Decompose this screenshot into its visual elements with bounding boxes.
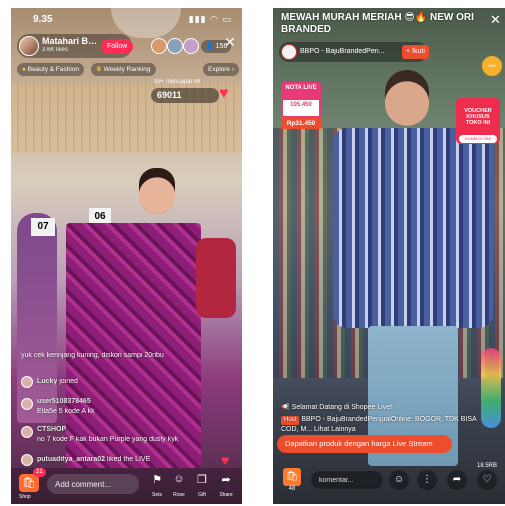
host-message-text[interactable]: BBPO - BajuBrandedPenjualOnline: BOGOR, … — [281, 416, 476, 433]
share-icon[interactable]: ➦ — [447, 470, 467, 490]
sleeve-shape — [196, 238, 236, 318]
viewer-avatar[interactable] — [183, 38, 199, 54]
viewer-avatar[interactable] — [167, 38, 183, 54]
host-avatar[interactable] — [281, 44, 297, 60]
welcome-text: Selamat Datang di Shopee Live! — [291, 404, 393, 411]
chat-avatar[interactable] — [21, 454, 33, 466]
share-icon[interactable]: ➦ — [218, 473, 234, 486]
side-stickers-shape — [481, 348, 501, 428]
sign-07-shape: 07 — [31, 218, 55, 236]
shop-label: Shop — [19, 494, 31, 500]
chat-message: no 7 kode F kak bukan Purple yang dusty … — [37, 436, 227, 443]
live-price-banner[interactable]: Dapatkan produk dengan harga Live Stream — [277, 435, 452, 453]
chat-message: putuaditya_antara02 liked the LIVE — [37, 456, 217, 463]
heart-icon[interactable]: ♥ — [221, 452, 229, 468]
chip-label: Explore — [208, 66, 231, 73]
left-live-stream: 07 06 9.35 ▮▮▮ ◠ ▭ Matahari Bali... 3.6K… — [11, 8, 242, 504]
nota-live-price[interactable]: Rp31.450 — [281, 118, 321, 129]
presenter-head-shape — [385, 70, 429, 126]
chip-label: Weekly Ranking — [103, 66, 151, 73]
nota-live-title: NOTA LIVE — [283, 84, 319, 100]
gift-icon[interactable]: ❒ — [194, 473, 210, 486]
chat-user-line: user5108378465 — [37, 398, 217, 405]
rank-message: 99+ mencapai 99 — [154, 79, 201, 85]
speaker-icon: 📢 — [281, 404, 292, 411]
host-avatar[interactable] — [19, 36, 39, 56]
chat-avatar[interactable] — [21, 398, 33, 410]
chip-explore[interactable]: Explore › — [203, 63, 240, 76]
like-count: 18.5RB — [477, 463, 498, 469]
more-options-icon[interactable]: ⋮ — [417, 470, 437, 490]
host-name: BBPO - BajuBrandedPen... — [300, 48, 385, 55]
chat-text: Etla5e 5 kode A kk — [37, 408, 95, 415]
trophy-icon: ♛ — [96, 66, 104, 73]
comment-input[interactable] — [47, 474, 139, 494]
chat-avatar[interactable] — [21, 376, 33, 388]
chat-text: joined — [59, 378, 78, 385]
person-icon: 👤 — [205, 43, 216, 50]
emoji-icon[interactable]: ☺ — [389, 470, 409, 490]
voucher-claim-button[interactable]: KLAIM DI SINI — [459, 135, 497, 143]
status-time: 9.35 — [33, 14, 53, 25]
chat-user[interactable]: putuaditya_antara02 — [37, 456, 105, 463]
comment-input[interactable] — [311, 471, 383, 489]
chip-beauty-fashion[interactable]: ● Beauty & Fashion — [17, 63, 85, 76]
stream-title: MEWAH MURAH MERIAH 😎🔥 NEW ORI BRANDED — [281, 12, 474, 35]
mannequin-left-shape — [17, 213, 57, 423]
chevron-right-icon: › — [230, 66, 235, 73]
like-heart-icon[interactable]: ♡ — [477, 470, 497, 490]
chat-text: no 7 kode F kak bukan Purple yang dusty … — [37, 436, 179, 443]
shop-bag-icon[interactable]: 🛍 — [283, 468, 301, 486]
sets-icon[interactable]: ⚑ — [149, 473, 165, 486]
chat-message: Lucky joined — [37, 378, 217, 385]
host-message: Host BBPO - BajuBrandedPenjualOnline: BOG… — [281, 415, 481, 433]
mall-badge-icon[interactable]: Mall — [482, 56, 502, 76]
chat-text: liked the LIVE — [107, 456, 151, 463]
close-icon[interactable]: ✕ — [490, 12, 501, 28]
rose-icon[interactable]: ☺ — [171, 473, 187, 485]
gift-counter-value: 69011 — [157, 90, 182, 100]
share-label: Share — [219, 492, 233, 498]
host-name: Matahari Bali... — [42, 36, 98, 46]
follow-button[interactable]: Follow — [101, 39, 134, 54]
status-icons: ▮▮▮ ◠ ▭ — [188, 14, 232, 24]
chat-user[interactable]: Lucky — [37, 378, 57, 385]
presenter-head-shape — [139, 168, 175, 214]
chat-user[interactable]: user5108378465 — [37, 398, 91, 405]
chat-user-line: CTSHOP — [37, 426, 217, 433]
welcome-message: 📢 Selamat Datang di Shopee Live! — [281, 403, 481, 411]
heart-icon[interactable]: ♥ — [219, 85, 229, 103]
chat-message: Etla5e 5 kode A kk — [37, 408, 217, 415]
follow-button[interactable]: + Ikuti — [402, 45, 429, 59]
shop-count: 48 — [288, 486, 296, 492]
nota-live-value: 105.450 — [290, 102, 312, 108]
chat-message: yuk cek kerinjang kuning, diskon sampi 2… — [21, 352, 221, 359]
gift-label: Gift — [198, 492, 206, 498]
voucher-text: VOUCHER KHUSUS TOKO INI — [464, 108, 492, 126]
striped-top-shape — [333, 128, 493, 328]
host-likes: 3.6K likes — [42, 47, 69, 53]
chat-user[interactable]: CTSHOP — [37, 426, 66, 433]
sets-label: Sets — [151, 492, 162, 498]
chat-avatar[interactable] — [21, 426, 33, 438]
chip-weekly-ranking[interactable]: ♛ Weekly Ranking — [91, 63, 156, 76]
right-live-stream: MEWAH MURAH MERIAH 😎🔥 NEW ORI BRANDED ✕ … — [273, 8, 505, 504]
shop-badge: 21 — [33, 468, 46, 477]
chat-text: yuk cek kerinjang kuning, diskon sampi 2… — [21, 352, 164, 359]
close-icon[interactable]: ✕ — [224, 34, 236, 51]
host-tag: Host — [281, 416, 300, 425]
viewer-avatar[interactable] — [151, 38, 167, 54]
follow-label: Ikuti — [412, 48, 425, 55]
chip-label: Beauty & Fashion — [27, 66, 80, 73]
rose-label: Rose — [173, 492, 185, 498]
